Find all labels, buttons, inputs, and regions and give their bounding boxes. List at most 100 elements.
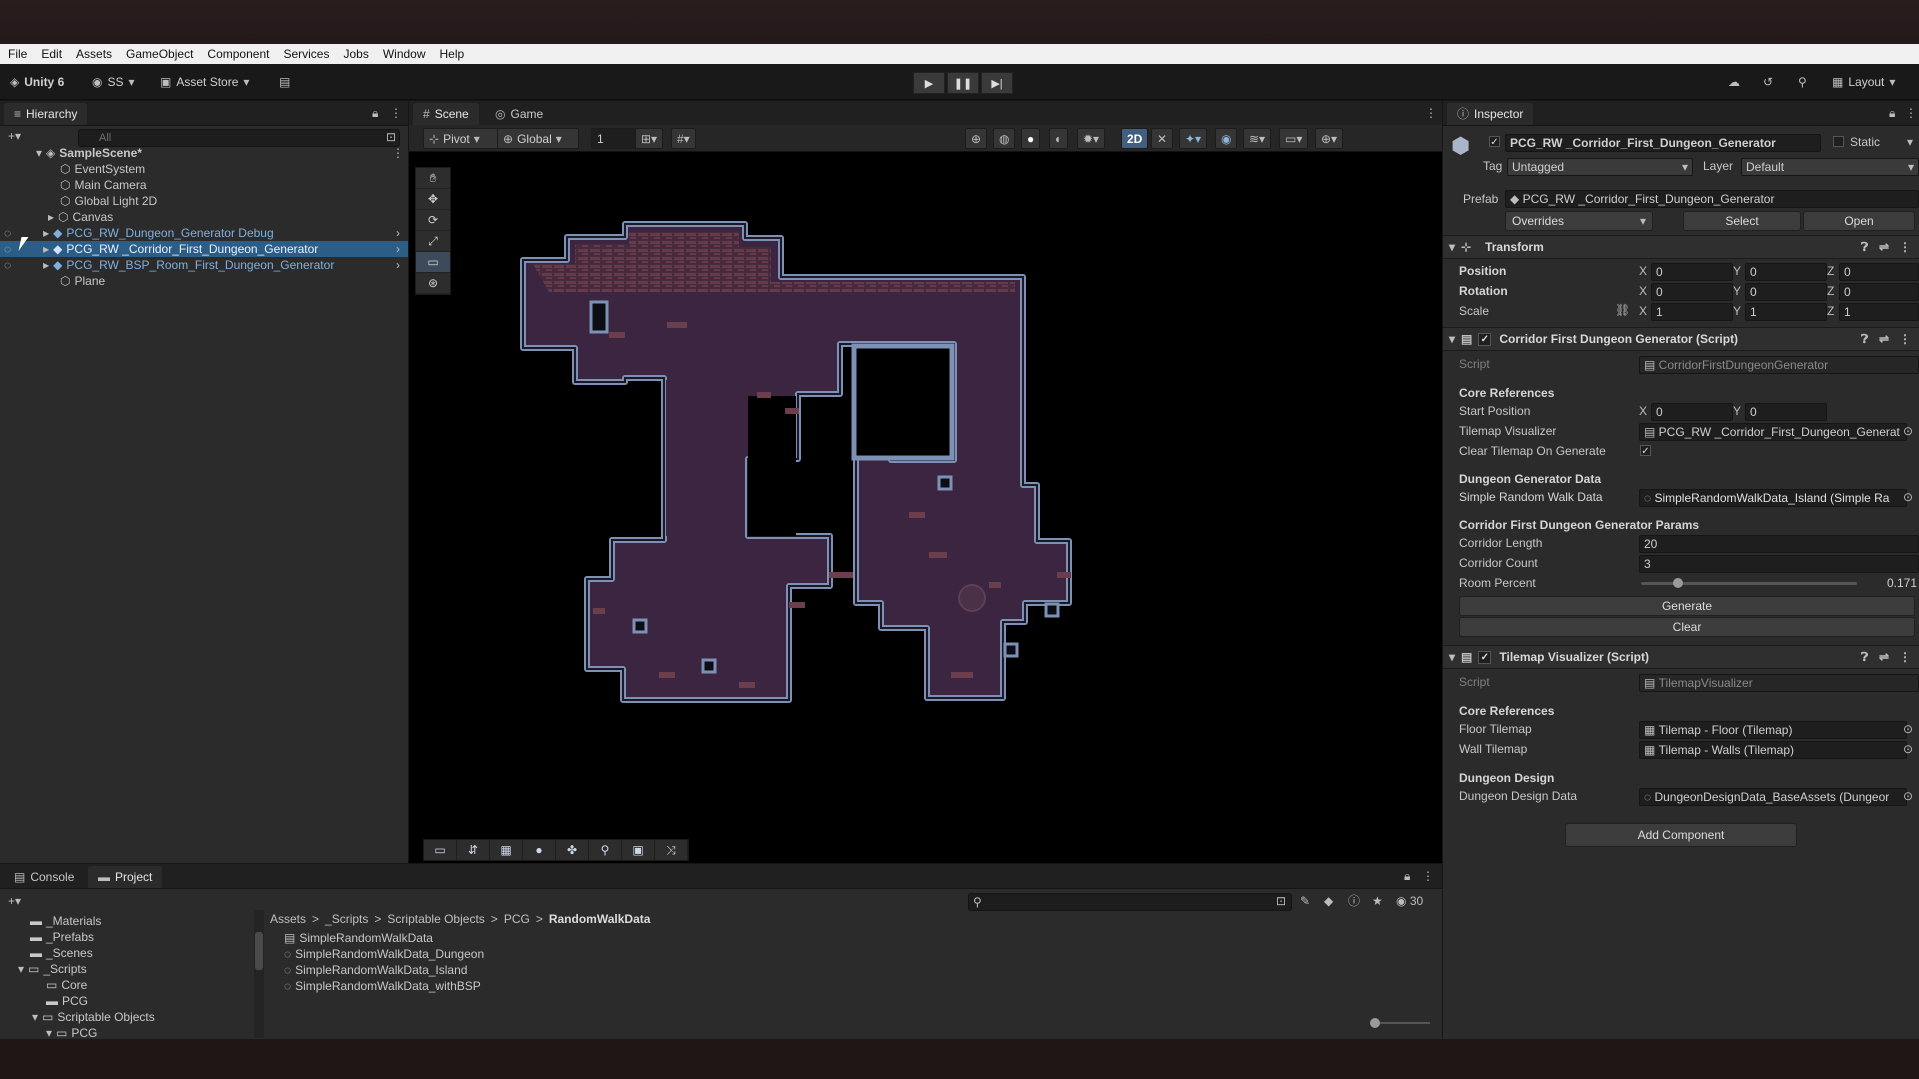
favorite-star-icon[interactable]: ★ <box>1372 895 1383 907</box>
breadcrumb-item[interactable]: _Scripts <box>325 912 368 926</box>
global-dropdown[interactable]: ⊕ Global ▾ <box>497 128 579 149</box>
add-component-button[interactable]: Add Component <box>1565 823 1797 847</box>
shuffle-button[interactable]: ⤨ <box>655 840 688 860</box>
hierarchy-item[interactable]: ◌ ▸ ◆ PCG_RW_BSP_Room_First_Dungeon_Gene… <box>0 257 408 273</box>
tab-console[interactable]: ▤ Console <box>4 866 84 888</box>
visibility-toggle[interactable]: ◉ <box>1215 128 1238 149</box>
pivot-dropdown[interactable]: ⊹ Pivot ▾ <box>423 128 499 149</box>
shaded-button[interactable]: ● <box>1021 128 1041 149</box>
unity-menu-button[interactable]: ◈ Unity 6 <box>10 72 64 92</box>
room-percent-slider-track[interactable] <box>1641 578 1857 588</box>
chevron-right-icon[interactable]: ▸ <box>43 243 49 255</box>
chevron-right-icon[interactable]: › <box>396 259 400 271</box>
search-button[interactable]: ⚲ <box>1798 72 1807 92</box>
transform-header[interactable]: ▾ ⊹ Transform ❓︎ ⇌ ⋮ <box>1443 235 1919 259</box>
chevron-right-icon[interactable]: › <box>396 243 400 255</box>
lock-icon[interactable]: 🔒︎ <box>1889 107 1895 119</box>
hierarchy-item[interactable]: ⬡ Global Light 2D <box>0 193 408 209</box>
visibility-hidden-icon[interactable]: ◌ <box>4 243 11 255</box>
breadcrumb-item-current[interactable]: RandomWalkData <box>549 912 651 926</box>
corridor-script-header[interactable]: ▾ ▤ ✓ Corridor First Dungeon Generator (… <box>1443 327 1919 351</box>
mode-2d-toggle[interactable]: 2D <box>1121 128 1149 149</box>
lock-icon[interactable]: 🔒︎ <box>372 107 378 119</box>
wall-tilemap-field[interactable]: ▦ Tilemap - Walls (Tilemap) <box>1639 741 1907 759</box>
help-icon[interactable]: ❓︎ <box>1861 241 1868 253</box>
corridor-count-field[interactable]: 3 <box>1639 555 1919 573</box>
cloud-button[interactable]: ☁ <box>1728 72 1740 92</box>
clear-on-generate-checkbox[interactable]: ✓ <box>1640 445 1651 457</box>
tab-scene[interactable]: # Scene <box>413 103 479 125</box>
chevron-right-icon[interactable]: ▸ <box>43 259 49 271</box>
lock-icon[interactable]: 🔒︎ <box>1404 870 1410 882</box>
object-picker-icon[interactable]: ⊙ <box>1903 491 1913 503</box>
menu-assets[interactable]: Assets <box>76 47 112 61</box>
grid-tile-button[interactable]: ▦ <box>490 840 523 860</box>
active-checkbox[interactable]: ✓ <box>1489 136 1500 148</box>
hierarchy-item[interactable]: ⬡ EventSystem <box>0 161 408 177</box>
create-button[interactable]: +▾ <box>8 129 38 145</box>
help-icon[interactable]: ❓︎ <box>1861 333 1868 345</box>
component-enabled-checkbox[interactable]: ✓ <box>1478 650 1492 664</box>
menu-component[interactable]: Component <box>207 47 269 61</box>
zoom-button[interactable]: ⚲ <box>589 840 622 860</box>
tilemap-visualizer-field[interactable]: ▤ PCG_RW _Corridor_First_Dungeon_Generat <box>1639 423 1907 441</box>
tree-scrollbar[interactable] <box>254 910 264 1038</box>
warning-icon[interactable]: ⓘ <box>1348 895 1360 907</box>
object-picker-icon[interactable]: ⊙ <box>1903 743 1913 755</box>
floor-tilemap-field[interactable]: ▦ Tilemap - Floor (Tilemap) <box>1639 721 1907 739</box>
kebab-menu-icon[interactable]: ⋮ <box>1425 107 1437 119</box>
icon-size-slider[interactable] <box>1370 1018 1430 1028</box>
lighting-button[interactable]: ◐ <box>1049 128 1069 149</box>
scale-x-field[interactable]: 1 <box>1651 303 1733 321</box>
hierarchy-item[interactable]: ⬡ Main Camera <box>0 177 408 193</box>
generate-button[interactable]: Generate <box>1459 596 1915 616</box>
layer-dropdown[interactable]: Default ▾ <box>1741 158 1919 176</box>
rotation-x-field[interactable]: 0 <box>1651 283 1733 301</box>
menu-window[interactable]: Window <box>383 47 426 61</box>
effects-dropdown[interactable]: ✦▾ <box>1179 128 1208 149</box>
object-name-field[interactable]: PCG_RW _Corridor_First_Dungeon_Generator <box>1505 134 1821 152</box>
gizmos-dropdown[interactable]: ⊕▾ <box>1315 128 1344 149</box>
rect-select-button[interactable]: ▭ <box>424 840 457 860</box>
help-icon[interactable]: ❓︎ <box>1861 651 1868 663</box>
breadcrumb-item[interactable]: Scriptable Objects <box>387 912 484 926</box>
tilemap-script-header[interactable]: ▾ ▤ ✓ Tilemap Visualizer (Script) ❓︎ ⇌ ⋮ <box>1443 645 1919 669</box>
step-button[interactable]: ▶| <box>981 72 1013 94</box>
tab-hierarchy[interactable]: ≡ Hierarchy <box>4 103 88 125</box>
rotation-z-field[interactable]: 0 <box>1839 283 1919 301</box>
scene-root-row[interactable]: ▾ ◈ SampleScene* ⋮ <box>0 145 408 161</box>
menu-jobs[interactable]: Jobs <box>343 47 368 61</box>
search-options-icon[interactable]: ⊡ <box>386 131 396 143</box>
component-enabled-checkbox[interactable]: ✓ <box>1478 332 1492 346</box>
chevron-down-icon[interactable]: ▾ <box>18 963 24 975</box>
room-percent-slider-thumb[interactable] <box>1672 578 1683 588</box>
position-z-field[interactable]: 0 <box>1839 263 1919 281</box>
layers-dropdown[interactable]: ≋▾ <box>1243 128 1272 149</box>
visibility-hidden-icon[interactable]: ◌ <box>4 259 11 271</box>
menu-file[interactable]: File <box>8 47 27 61</box>
scale-z-field[interactable]: 1 <box>1839 303 1919 321</box>
kebab-menu-icon[interactable]: ⋮ <box>1899 241 1911 253</box>
static-checkbox[interactable] <box>1833 136 1844 147</box>
tree-item[interactable]: ▬ PCG <box>46 993 88 1009</box>
menu-gameobject[interactable]: GameObject <box>126 47 193 61</box>
pause-button[interactable]: ❚❚ <box>947 72 979 94</box>
link-icon[interactable]: ⛓︎ <box>1615 304 1630 316</box>
visibility-hidden-icon[interactable]: ◌ <box>4 227 11 239</box>
grid-visibility-dropdown[interactable]: #▾ <box>671 128 696 149</box>
corridor-length-field[interactable]: 20 <box>1639 535 1919 553</box>
filter-label-icon[interactable]: ✎ <box>1300 895 1310 907</box>
file-item[interactable]: ▤ SimpleRandomWalkData <box>284 930 433 946</box>
menu-services[interactable]: Services <box>283 47 329 61</box>
file-item[interactable]: ◌ SimpleRandomWalkData_withBSP <box>284 978 481 994</box>
object-picker-icon[interactable]: ⊙ <box>1903 425 1913 437</box>
camera-dropdown[interactable]: ▭▾ <box>1279 128 1309 149</box>
position-y-field[interactable]: 0 <box>1745 263 1827 281</box>
tree-item[interactable]: ▬ _Prefabs <box>30 929 94 945</box>
hierarchy-item-selected[interactable]: ◌ ▸ ◆ PCG_RW _Corridor_First_Dungeon_Gen… <box>0 241 408 257</box>
grid-snap-dropdown[interactable]: ⊞▾ <box>635 128 664 149</box>
prefab-field[interactable]: ◆ PCG_RW _Corridor_First_Dungeon_Generat… <box>1505 190 1919 208</box>
preset-icon[interactable]: ⇌ <box>1879 333 1889 345</box>
move-tile-button[interactable]: ⇵ <box>457 840 490 860</box>
file-item[interactable]: ◌ SimpleRandomWalkData_Island <box>284 962 467 978</box>
